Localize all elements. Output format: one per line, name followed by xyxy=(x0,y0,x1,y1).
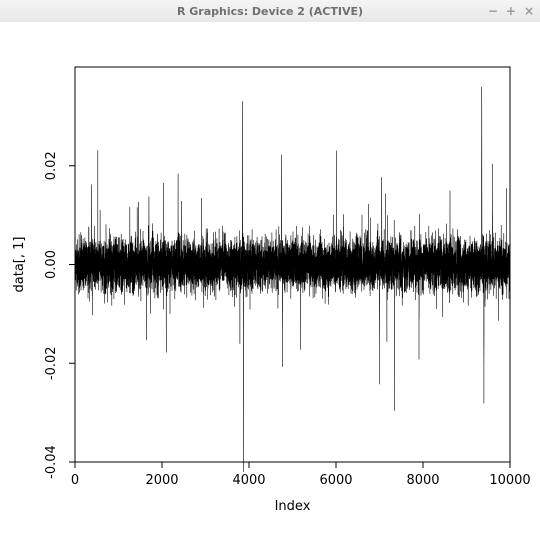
y-tick-label: 0.00 xyxy=(44,250,59,279)
y-tick-label: -0.04 xyxy=(44,445,59,479)
maximize-button[interactable]: + xyxy=(506,4,516,18)
plot-device: 0 2000 4000 6000 8000 10000 -0.04 -0.02 0.00 0.02… xyxy=(0,22,540,546)
data-series xyxy=(75,87,510,472)
x-tick-label: 4000 xyxy=(232,473,265,488)
y-axis-label: data[, 1] xyxy=(12,237,27,293)
window-title: R Graphics: Device 2 (ACTIVE) xyxy=(177,5,363,18)
graphics-window: R Graphics: Device 2 (ACTIVE) − + × 0 200… xyxy=(0,0,540,546)
x-tick-label: 8000 xyxy=(406,473,439,488)
close-button[interactable]: × xyxy=(524,4,534,18)
y-tick-label: 0.02 xyxy=(44,151,59,180)
plot-svg: 0 2000 4000 6000 8000 10000 -0.04 -0.02 0.00 0.02… xyxy=(0,22,540,546)
x-tick-label: 10000 xyxy=(489,473,530,488)
x-axis-label: Index xyxy=(275,499,311,514)
y-tick-label: -0.02 xyxy=(44,346,59,380)
x-tick-label: 6000 xyxy=(319,473,352,488)
minimize-button[interactable]: − xyxy=(488,4,498,18)
x-tick-label: 0 xyxy=(71,473,79,488)
x-tick-label: 2000 xyxy=(145,473,178,488)
window-titlebar: R Graphics: Device 2 (ACTIVE) − + × xyxy=(0,0,540,23)
window-controls: − + × xyxy=(488,0,534,22)
